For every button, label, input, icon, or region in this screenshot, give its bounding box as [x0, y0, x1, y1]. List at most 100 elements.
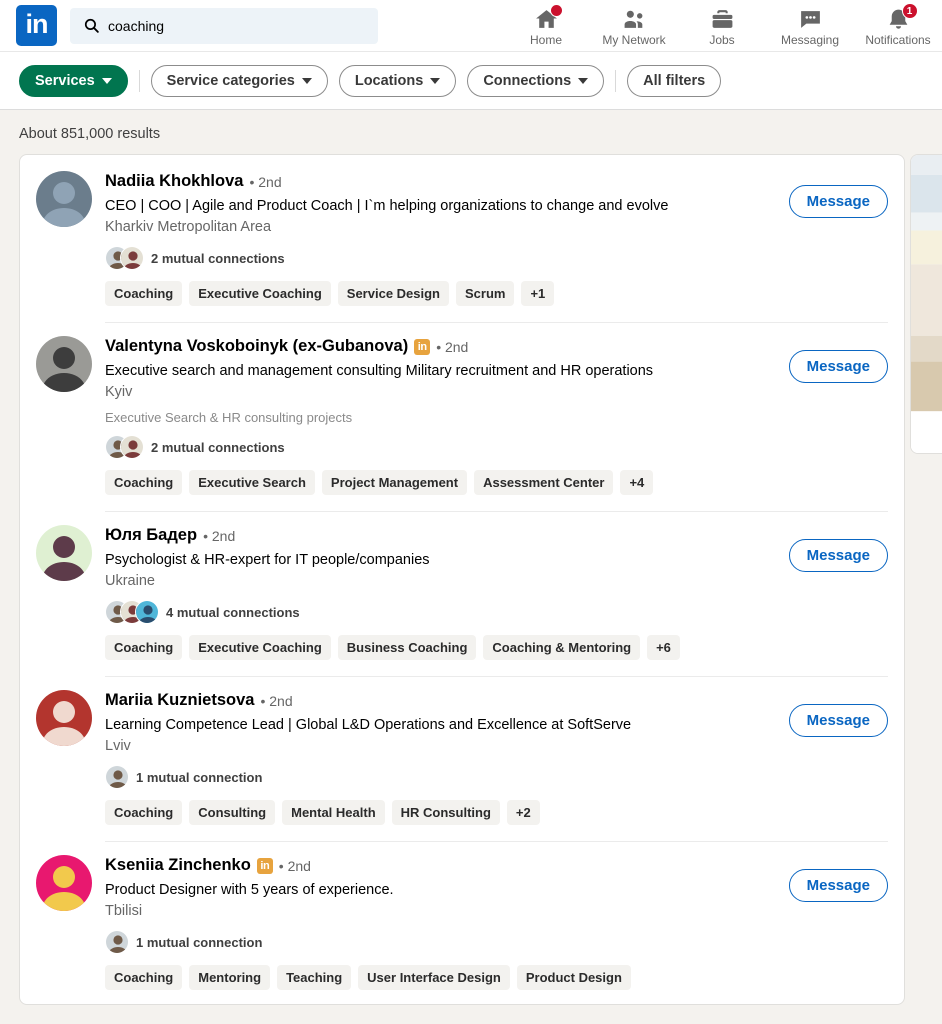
service-tag[interactable]: Mentoring — [189, 965, 271, 990]
linkedin-premium-badge: in — [256, 857, 273, 874]
service-tag[interactable]: Product Design — [516, 965, 631, 990]
message-button[interactable]: Message — [788, 704, 888, 737]
mutual-connections-text: 1 mutual connection — [136, 934, 263, 950]
result-headline: Product Designer with 5 years of experie… — [105, 882, 394, 898]
service-tag[interactable]: Executive Coaching — [189, 281, 331, 306]
service-tag[interactable]: Project Management — [321, 470, 468, 495]
filter-services-label: Services — [35, 72, 95, 89]
service-tag[interactable]: Teaching — [277, 965, 352, 990]
search-bar[interactable] — [70, 7, 378, 44]
search-results-list: Nadiia Khokhlova • 2nd CEO | COO | Agile a… — [19, 154, 905, 1005]
service-tag[interactable]: Service Design — [337, 281, 449, 306]
right-rail-promo-card[interactable] — [910, 154, 942, 454]
service-tag[interactable]: +1 — [521, 281, 555, 306]
mutual-connections[interactable]: 2 mutual connections — [105, 246, 888, 270]
mutual-connection-avatar — [105, 765, 129, 789]
service-tag[interactable]: Executive Coaching — [189, 635, 331, 660]
service-tag[interactable]: User Interface Design — [358, 965, 510, 990]
result-degree: • 2nd — [278, 857, 311, 874]
nav-item-my-network[interactable]: My Network — [590, 0, 678, 52]
nav-item-messaging[interactable]: Messaging — [766, 0, 854, 52]
message-button[interactable]: Message — [788, 869, 888, 902]
result-name[interactable]: Valentyna Voskoboinyk (ex-Gubanova) — [105, 337, 408, 356]
mutual-facepile — [105, 600, 159, 624]
chevron-down-icon — [301, 77, 312, 84]
service-tag[interactable]: Consulting — [189, 800, 276, 825]
result-name-row: Kseniia Zinchenko in • 2nd — [105, 855, 888, 876]
result-info: Kseniia Zinchenko in • 2nd Product Designer… — [105, 841, 888, 990]
chevron-down-icon — [101, 77, 112, 84]
service-tag[interactable]: +2 — [506, 800, 540, 825]
service-tag[interactable]: +6 — [647, 635, 680, 660]
mutual-facepile — [105, 930, 129, 954]
result-location: Lviv — [105, 738, 131, 754]
filter-connections[interactable]: Connections — [467, 64, 605, 97]
avatar[interactable] — [36, 525, 92, 581]
search-input[interactable] — [108, 17, 368, 34]
filter-all-filters[interactable]: All filters — [627, 64, 722, 97]
chevron-down-icon — [578, 77, 589, 84]
service-tag[interactable]: Scrum — [456, 281, 515, 306]
nav-item-home[interactable]: Home — [502, 0, 590, 52]
briefcase-icon — [710, 6, 735, 32]
filter-services[interactable]: Services — [19, 64, 128, 97]
search-filter-bar: Services Service categories Locations Co… — [0, 52, 942, 110]
mutual-connections-text: 1 mutual connection — [136, 769, 263, 785]
nav-item-notifications[interactable]: 1 Notifications — [854, 0, 942, 52]
mutual-connections[interactable]: 1 mutual connection — [105, 765, 888, 789]
message-button[interactable]: Message — [788, 350, 888, 383]
service-tag[interactable]: Coaching — [105, 470, 183, 495]
result-location: Tbilisi — [105, 903, 143, 919]
result-name[interactable]: Nadiia Khokhlova — [105, 172, 243, 191]
mutual-connections[interactable]: 2 mutual connections — [105, 435, 888, 459]
service-tag[interactable]: Coaching — [105, 965, 183, 990]
filter-service-categories-label: Service categories — [166, 72, 295, 89]
search-icon — [84, 18, 99, 33]
service-tag[interactable]: Coaching — [105, 635, 183, 660]
service-tag[interactable]: Mental Health — [282, 800, 385, 825]
service-tags: Coaching Consulting Mental Health HR Consul… — [105, 800, 888, 825]
avatar[interactable] — [36, 690, 92, 746]
service-tags: Coaching Executive Coaching Business Coach… — [105, 635, 888, 660]
nav-label-messaging: Messaging — [780, 32, 840, 47]
people-icon — [622, 6, 647, 32]
result-name[interactable]: Юля Бадер — [105, 526, 197, 545]
filter-divider — [615, 69, 617, 92]
mutual-connection-avatar — [120, 246, 144, 270]
service-tag[interactable]: Business Coaching — [337, 635, 477, 660]
service-tag[interactable]: +4 — [620, 470, 654, 495]
linkedin-logo[interactable]: in — [16, 5, 57, 46]
result-name-row: Nadiia Khokhlova • 2nd — [105, 171, 888, 192]
filter-locations[interactable]: Locations — [338, 64, 457, 97]
mutual-connections[interactable]: 1 mutual connection — [105, 930, 888, 954]
filter-service-categories[interactable]: Service categories — [150, 64, 328, 97]
avatar-image — [36, 855, 92, 911]
linkedin-premium-badge: in — [414, 338, 431, 355]
mutual-connections-text: 2 mutual connections — [151, 439, 285, 455]
result-name[interactable]: Mariia Kuznietsova — [105, 691, 254, 710]
nav-label-home: Home — [529, 32, 562, 47]
search-result-item: Kseniia Zinchenko in • 2nd Product Designer… — [36, 839, 888, 1004]
top-navigation-bar: in Home — [0, 0, 942, 52]
message-button[interactable]: Message — [788, 185, 888, 218]
result-name-row: Mariia Kuznietsova • 2nd — [105, 690, 888, 711]
avatar[interactable] — [36, 855, 92, 911]
service-tag[interactable]: HR Consulting — [391, 800, 500, 825]
nav-item-jobs[interactable]: Jobs — [678, 0, 766, 52]
mutual-connections[interactable]: 4 mutual connections — [105, 600, 888, 624]
message-button[interactable]: Message — [788, 539, 888, 572]
service-tag[interactable]: Coaching — [105, 800, 183, 825]
mutual-facepile — [105, 765, 129, 789]
result-name-row: Valentyna Voskoboinyk (ex-Gubanova) in • 2… — [105, 336, 888, 357]
service-tag[interactable]: Coaching — [105, 281, 183, 306]
service-tag[interactable]: Coaching & Mentoring — [483, 635, 641, 660]
avatar[interactable] — [36, 336, 92, 392]
result-name[interactable]: Kseniia Zinchenko — [105, 856, 251, 875]
bell-icon: 1 — [886, 2, 918, 32]
service-tag[interactable]: Executive Search — [189, 470, 315, 495]
avatar[interactable] — [36, 171, 92, 227]
result-headline: Psychologist & HR-expert for IT people/c… — [105, 552, 430, 568]
filter-divider — [138, 69, 140, 92]
notifications-badge: 1 — [901, 2, 918, 19]
service-tag[interactable]: Assessment Center — [474, 470, 614, 495]
